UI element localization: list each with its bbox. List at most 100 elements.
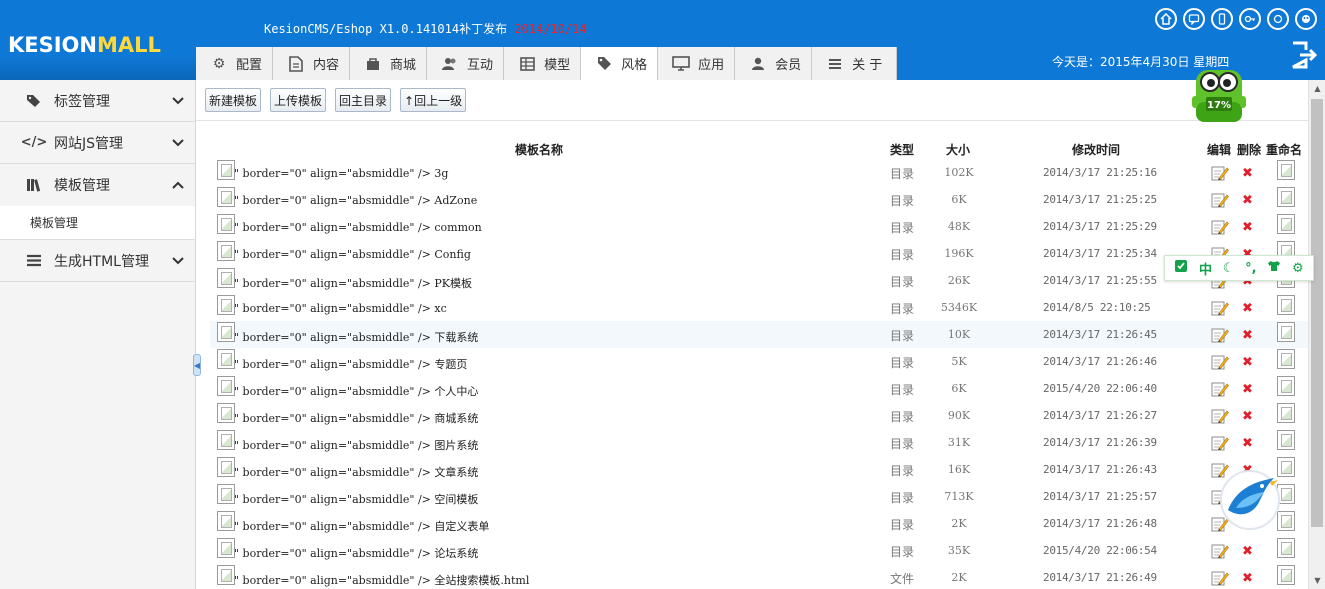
sidebar-item-tags[interactable]: 标签管理 [0, 80, 195, 122]
edit-icon[interactable] [1211, 543, 1229, 559]
version-notice[interactable]: KesionCMS/Eshop X1.0.141014补丁发布 2014/10/… [264, 20, 587, 37]
delete-icon[interactable]: ✖ [1242, 436, 1253, 451]
moon-icon[interactable]: ☾ [1223, 261, 1235, 276]
rename-icon[interactable] [1277, 430, 1295, 450]
rename-icon[interactable] [1277, 187, 1295, 207]
delete-icon[interactable]: ✖ [1242, 328, 1253, 343]
up-level-button[interactable]: ↑回上一级 [400, 88, 467, 112]
tab-interact[interactable]: 互动 [427, 47, 505, 80]
rename-icon[interactable] [1277, 565, 1295, 585]
template-name-link[interactable]: " border="0" align="absmiddle" /> common [234, 221, 482, 234]
template-name-link[interactable]: " border="0" align="absmiddle" /> 下载系统 [234, 329, 478, 345]
template-name-link[interactable]: " border="0" align="absmiddle" /> AdZone [234, 194, 477, 207]
new-template-button[interactable]: 新建模板 [205, 88, 262, 112]
ime-logo-icon[interactable] [1174, 259, 1188, 277]
table-row[interactable]: " border="0" align="absmiddle" /> 文章系统 目录… [210, 456, 1308, 483]
edit-icon[interactable] [1211, 219, 1229, 235]
home-icon[interactable] [1155, 8, 1177, 30]
rename-icon[interactable] [1277, 295, 1295, 315]
template-name-link[interactable]: " border="0" align="absmiddle" /> 自定义表单 [234, 518, 489, 534]
scroll-down-arrow-icon[interactable]: ▼ [1309, 572, 1325, 589]
rename-icon[interactable] [1277, 214, 1295, 234]
tab-mall[interactable]: 商城 [350, 47, 428, 80]
template-name-link[interactable]: " border="0" align="absmiddle" /> 论坛系统 [234, 545, 478, 561]
table-row[interactable]: " border="0" align="absmiddle" /> 商城系统 目录… [210, 402, 1308, 429]
tab-content[interactable]: 内容 [273, 47, 351, 80]
template-name-link[interactable]: " border="0" align="absmiddle" /> PK模板 [234, 275, 472, 291]
rename-icon[interactable] [1277, 322, 1295, 342]
tab-apps[interactable]: 应用 [658, 47, 736, 80]
logo[interactable]: KESIONMALL [8, 33, 161, 57]
skin-shirt-icon[interactable] [1267, 260, 1281, 276]
ime-mode-toggle[interactable]: 中 [1199, 259, 1212, 278]
settings-gear-icon[interactable]: ⚙ [1292, 261, 1304, 276]
mobile-icon[interactable] [1211, 8, 1233, 30]
table-row[interactable]: " border="0" align="absmiddle" /> Config… [210, 240, 1308, 267]
template-name-link[interactable]: " border="0" align="absmiddle" /> Config [234, 248, 471, 261]
rename-icon[interactable] [1277, 349, 1295, 369]
table-row[interactable]: " border="0" align="absmiddle" /> 图片系统 目录… [210, 429, 1308, 456]
delete-icon[interactable]: ✖ [1242, 220, 1253, 235]
sidebar-item-templates[interactable]: 模板管理 [0, 164, 195, 206]
delete-icon[interactable]: ✖ [1242, 301, 1253, 316]
template-name-link[interactable]: " border="0" align="absmiddle" /> 专题页 [234, 356, 467, 372]
scroll-thumb[interactable] [1311, 99, 1323, 527]
sidebar-collapse-toggle[interactable]: ◀ [193, 354, 201, 376]
table-row[interactable]: " border="0" align="absmiddle" /> AdZone… [210, 186, 1308, 213]
template-name-link[interactable]: " border="0" align="absmiddle" /> 空间模板 [234, 491, 478, 507]
delete-icon[interactable]: ✖ [1242, 355, 1253, 370]
chat-icon[interactable] [1183, 8, 1205, 30]
table-row[interactable]: " border="0" align="absmiddle" /> 个人中心 目录… [210, 375, 1308, 402]
template-name-link[interactable]: " border="0" align="absmiddle" /> 商城系统 [234, 410, 478, 426]
tab-about[interactable]: 关 于 [812, 47, 898, 80]
sidebar-item-js[interactable]: </> 网站JS管理 [0, 122, 195, 164]
table-row[interactable]: " border="0" align="absmiddle" /> 全站搜索模板… [210, 564, 1308, 589]
delete-icon[interactable]: ✖ [1242, 382, 1253, 397]
template-name-link[interactable]: " border="0" align="absmiddle" /> 全站搜索模板… [234, 572, 529, 588]
tab-members[interactable]: 会员 [735, 47, 813, 80]
table-row[interactable]: " border="0" align="absmiddle" /> PK模板 目录… [210, 267, 1308, 294]
bird-assistant-widget[interactable] [1218, 468, 1282, 532]
sidebar-item-html[interactable]: 生成HTML管理 [0, 240, 195, 282]
tab-model[interactable]: 模型 [504, 47, 582, 80]
edit-icon[interactable] [1211, 327, 1229, 343]
edit-icon[interactable] [1211, 165, 1229, 181]
tab-config[interactable]: ⚙ 配置 [196, 47, 274, 80]
edit-icon[interactable] [1211, 381, 1229, 397]
edit-icon[interactable] [1211, 408, 1229, 424]
table-row[interactable]: " border="0" align="absmiddle" /> 论坛系统 目录… [210, 537, 1308, 564]
vertical-scrollbar[interactable]: ▲ ▼ [1308, 80, 1325, 589]
sidebar-subitem-template-manage[interactable]: 模板管理 [0, 206, 195, 240]
delete-icon[interactable]: ✖ [1242, 544, 1253, 559]
delete-icon[interactable]: ✖ [1242, 166, 1253, 181]
rename-icon[interactable] [1277, 160, 1295, 180]
template-name-link[interactable]: " border="0" align="absmiddle" /> 个人中心 [234, 383, 478, 399]
mascot-widget[interactable]: 17% [1186, 62, 1252, 128]
upload-template-button[interactable]: 上传模板 [270, 88, 327, 112]
edit-icon[interactable] [1211, 354, 1229, 370]
table-row[interactable]: " border="0" align="absmiddle" /> 下载系统 目录… [210, 321, 1308, 348]
circle-icon[interactable] [1267, 8, 1289, 30]
rename-icon[interactable] [1277, 403, 1295, 423]
table-row[interactable]: " border="0" align="absmiddle" /> 3g 目录 10… [210, 159, 1308, 186]
template-name-link[interactable]: " border="0" align="absmiddle" /> 图片系统 [234, 437, 478, 453]
template-name-link[interactable]: " border="0" align="absmiddle" /> xc [234, 302, 447, 315]
delete-icon[interactable]: ✖ [1242, 409, 1253, 424]
table-row[interactable]: " border="0" align="absmiddle" /> 自定义表单 目… [210, 510, 1308, 537]
delete-icon[interactable]: ✖ [1242, 571, 1253, 586]
template-name-link[interactable]: " border="0" align="absmiddle" /> 文章系统 [234, 464, 478, 480]
table-row[interactable]: " border="0" align="absmiddle" /> 空间模板 目录… [210, 483, 1308, 510]
punctuation-icon[interactable]: °, [1245, 261, 1256, 276]
scroll-up-arrow-icon[interactable]: ▲ [1309, 80, 1325, 97]
edit-icon[interactable] [1211, 300, 1229, 316]
delete-icon[interactable]: ✖ [1242, 193, 1253, 208]
tab-style[interactable]: 风格 [581, 47, 659, 80]
logout-icon[interactable] [1289, 40, 1319, 70]
key-icon[interactable] [1239, 8, 1261, 30]
edit-icon[interactable] [1211, 435, 1229, 451]
palette-icon[interactable] [1295, 8, 1317, 30]
rename-icon[interactable] [1277, 538, 1295, 558]
edit-icon[interactable] [1211, 192, 1229, 208]
template-name-link[interactable]: " border="0" align="absmiddle" /> 3g [234, 167, 448, 180]
table-row[interactable]: " border="0" align="absmiddle" /> common… [210, 213, 1308, 240]
